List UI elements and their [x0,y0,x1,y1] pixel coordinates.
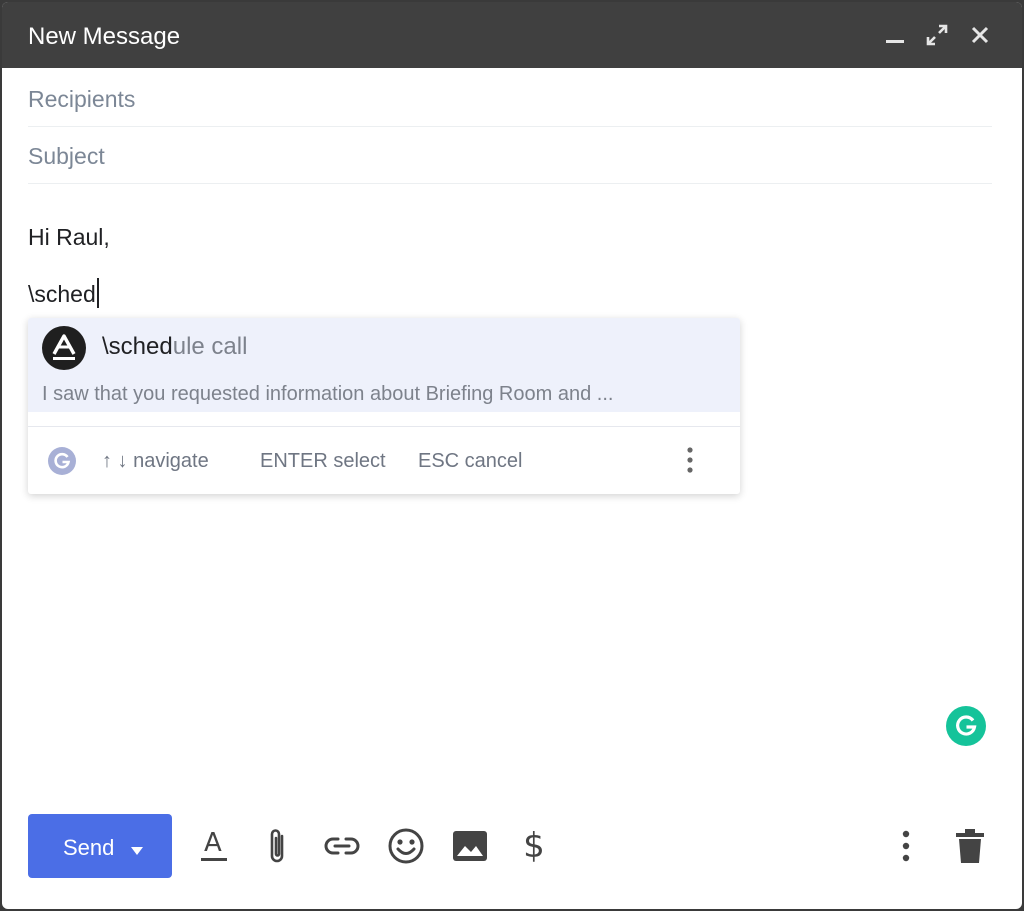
snippet-title-match: \sched [102,333,173,360]
window-title: New Message [28,23,181,50]
link-icon[interactable] [320,824,364,868]
snippet-suggestion[interactable]: \schedule call I saw that you requested … [28,318,740,412]
body-current-line[interactable]: \sched [28,278,99,308]
subject-input[interactable] [28,127,992,183]
grammarly-icon[interactable] [946,706,986,746]
compose-window: New Message Hi Raul, \sched [2,2,1022,909]
hint-navigate: ↑ ↓ navigate [102,450,209,472]
paperclip-icon[interactable] [256,824,300,868]
recipients-input[interactable] [28,70,992,126]
text-format-icon[interactable]: A [192,824,236,868]
dollar-icon[interactable]: $ [512,824,556,868]
popup-more-icon[interactable] [676,443,704,477]
compose-titlebar: New Message [2,2,1022,68]
g-logo-icon [48,447,76,475]
send-label: Send [63,835,115,860]
emoji-icon[interactable] [384,824,428,868]
recipients-field [28,70,992,127]
send-button[interactable]: Send [28,814,172,878]
more-vert-icon[interactable] [884,824,928,868]
expand-icon[interactable] [922,20,952,50]
hint-select: ENTER select [260,450,386,472]
snippet-avatar-icon [42,326,86,370]
image-icon[interactable] [448,824,492,868]
snippet-preview: I saw that you requested information abo… [42,383,614,405]
snippet-title: \schedule call [102,333,247,361]
snippet-title-completion: ule call [172,333,248,360]
close-icon[interactable] [965,20,995,50]
hint-cancel: ESC cancel [418,450,523,472]
trash-icon[interactable] [948,824,992,868]
body-greeting[interactable]: Hi Raul, [28,224,110,251]
keyboard-hints: ↑ ↓ navigate ENTER select ESC cancel [28,426,740,494]
send-options-chevron-down-icon[interactable] [131,842,143,860]
minimize-icon[interactable] [880,20,910,50]
text-caret [96,278,99,308]
subject-field [28,127,992,184]
body-typed-text: \sched [28,281,96,307]
snippet-popup: \schedule call I saw that you requested … [28,318,740,494]
